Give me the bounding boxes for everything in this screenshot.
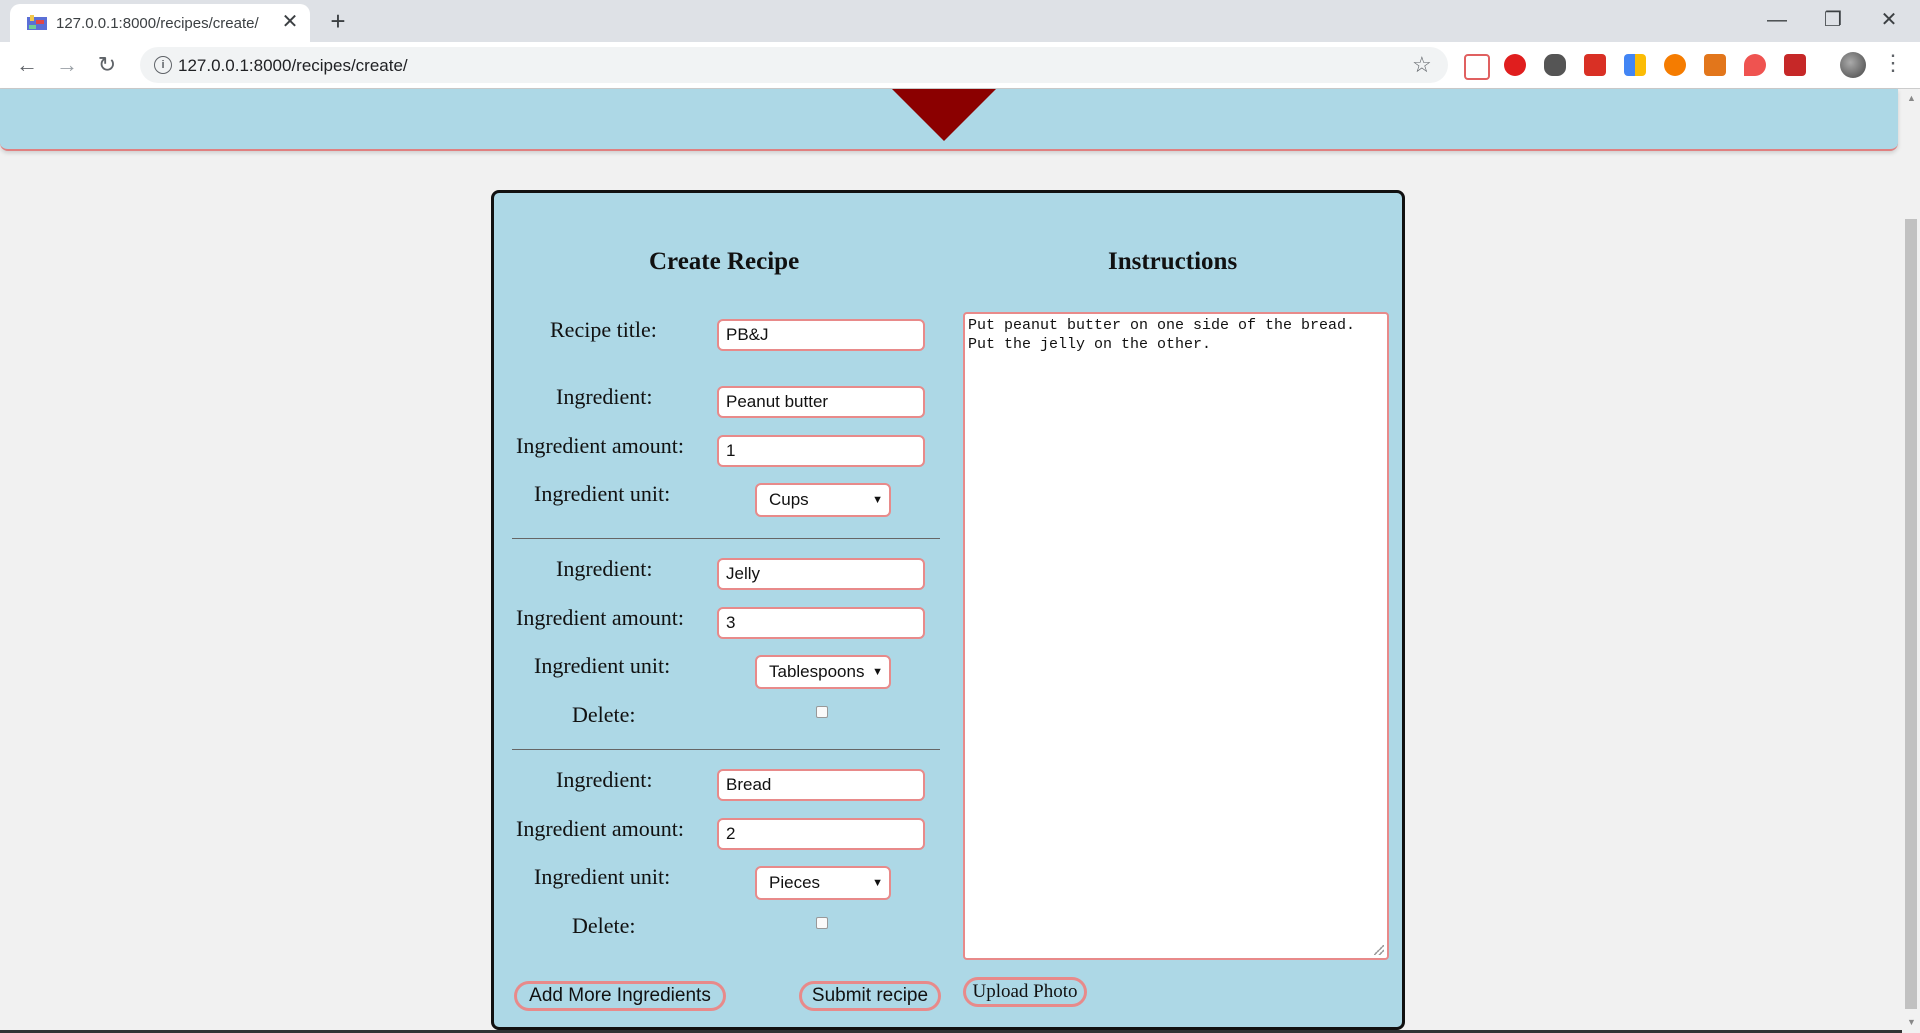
delete-checkbox[interactable] [816,917,828,929]
page-scrollbar[interactable]: ▲ ▼ [1902,89,1920,1033]
extension-shield-icon[interactable] [1744,54,1766,76]
ingredient-amount-label: Ingredient amount: [516,605,685,630]
textarea-resize-handle[interactable] [1374,945,1384,955]
dropdown-arrow-icon: ▼ [872,494,883,506]
profile-avatar[interactable] [1840,52,1866,78]
extension-duckduckgo-icon[interactable] [1664,54,1686,76]
ingredient-amount-input[interactable]: 2 [717,818,925,850]
delete-checkbox[interactable] [816,706,828,718]
scroll-down-arrow-icon[interactable]: ▼ [1907,1017,1916,1027]
browser-tabstrip: 127.0.0.1:8000/recipes/create/ ✕ + — ❐ ✕ [0,0,1920,42]
bookmark-star-icon[interactable]: ☆ [1412,52,1432,78]
ingredient-label: Ingredient: [556,767,653,792]
submit-recipe-button[interactable]: Submit recipe [799,981,941,1011]
minimize-button[interactable]: — [1754,4,1800,36]
address-bar[interactable]: i 127.0.0.1:8000/recipes/create/ ☆ [140,47,1448,83]
header-triangle-decoration [892,89,996,141]
scroll-up-arrow-icon[interactable]: ▲ [1907,93,1916,103]
ingredient-input[interactable]: Peanut butter [717,386,925,418]
ingredient-unit-value: Tablespoons [769,662,865,681]
ingredient-unit-label: Ingredient unit: [534,864,671,889]
ingredient-label: Ingredient: [556,556,653,581]
ingredient-divider [512,749,940,750]
tab-close-icon[interactable]: ✕ [278,10,302,34]
tab-title: 127.0.0.1:8000/recipes/create/ [56,15,259,32]
extension-grid-icon[interactable] [1624,54,1646,76]
site-header [0,89,1898,151]
url-text[interactable]: 127.0.0.1:8000/recipes/create/ [178,56,408,76]
delete-label: Delete: [572,702,636,727]
ingredient-unit-select[interactable]: Tablespoons ▼ [755,655,891,689]
browser-toolbar: ← → ↻ i 127.0.0.1:8000/recipes/create/ ☆… [0,42,1920,89]
back-button[interactable]: ← [12,50,42,80]
site-favicon-icon [27,15,47,30]
ingredient-amount-input[interactable]: 3 [717,607,925,639]
extension-video-icon[interactable] [1784,54,1806,76]
recipe-title-input[interactable]: PB&J [717,319,925,351]
extension-cloud-icon[interactable] [1544,54,1566,76]
recipe-title-label: Recipe title: [550,317,657,342]
delete-label: Delete: [572,913,636,938]
ingredient-unit-label: Ingredient unit: [534,481,671,506]
ingredient-unit-value: Pieces [769,873,821,892]
upload-photo-button[interactable]: Upload Photo [963,977,1087,1007]
add-more-ingredients-button[interactable]: Add More Ingredients [514,981,726,1011]
ingredient-label: Ingredient: [556,384,653,409]
ingredient-unit-label: Ingredient unit: [534,653,671,678]
extension-opera-icon[interactable] [1504,54,1526,76]
ingredient-amount-label: Ingredient amount: [516,816,685,841]
ingredient-unit-select[interactable]: Cups ▼ [755,483,891,517]
ingredient-unit-select[interactable]: Pieces ▼ [755,866,891,900]
forward-button[interactable]: → [52,50,82,80]
ingredient-divider [512,538,940,539]
ingredient-input[interactable]: Jelly [717,558,925,590]
browser-tab[interactable]: 127.0.0.1:8000/recipes/create/ ✕ [10,4,310,42]
site-info-icon[interactable]: i [154,56,172,74]
close-window-button[interactable]: ✕ [1866,4,1912,36]
scroll-thumb[interactable] [1905,219,1917,1009]
ingredient-amount-label: Ingredient amount: [516,433,685,458]
dropdown-arrow-icon: ▼ [872,877,883,889]
ingredient-input[interactable]: Bread [717,769,925,801]
extension-metamask-icon[interactable] [1704,54,1726,76]
create-recipe-heading: Create Recipe [649,248,800,275]
restore-button[interactable]: ❐ [1810,4,1856,36]
dropdown-arrow-icon: ▼ [872,666,883,678]
recipe-form-card: Create Recipe Instructions Recipe title:… [491,190,1405,1030]
browser-menu-icon[interactable]: ⋮ [1882,50,1904,76]
reload-button[interactable]: ↻ [92,50,122,80]
new-tab-button[interactable]: + [322,6,354,38]
instructions-heading: Instructions [1108,248,1238,275]
extension-todoist-icon[interactable] [1584,54,1606,76]
resize-grip-icon [1374,945,1384,955]
instructions-textarea[interactable]: Put peanut butter on one side of the bre… [963,312,1389,960]
ingredient-amount-input[interactable]: 1 [717,435,925,467]
ingredient-unit-value: Cups [769,490,809,509]
extension-translate-icon[interactable] [1464,54,1490,80]
